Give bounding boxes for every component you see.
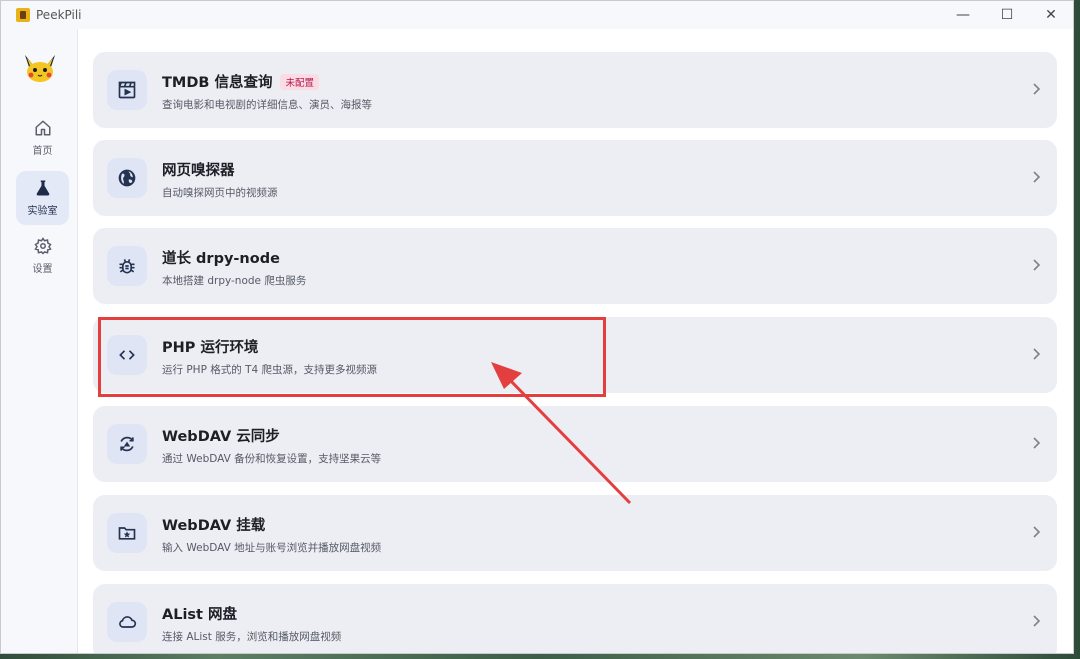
- annotation-arrow: [491, 362, 632, 505]
